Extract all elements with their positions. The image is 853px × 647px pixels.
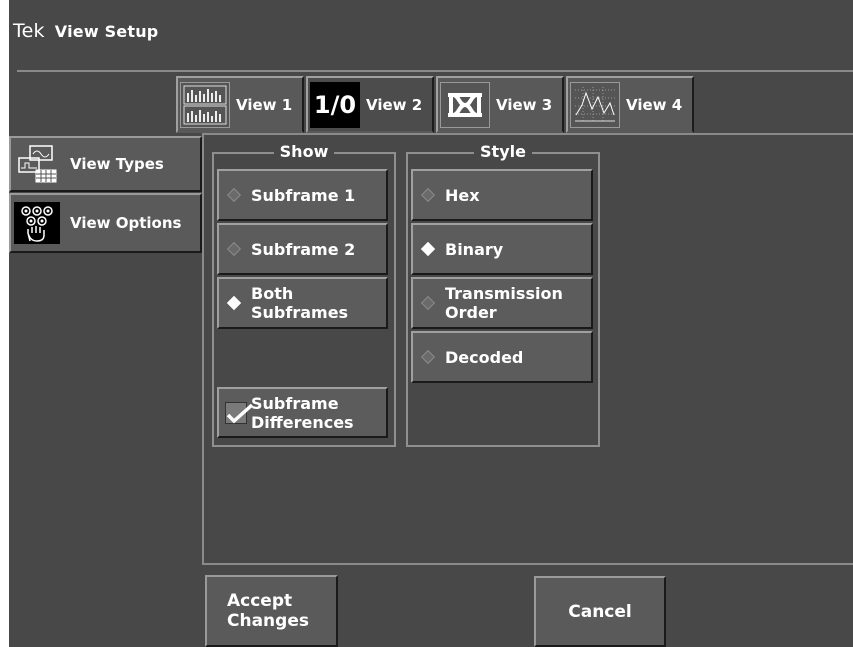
radio-diamond-icon <box>420 349 436 365</box>
tab-baseline <box>202 133 853 135</box>
sidebar-item-label: View Options <box>70 214 182 232</box>
option-label-line1: Both <box>251 284 294 303</box>
cancel-label: Cancel <box>568 601 632 622</box>
subframe-differences-checkbox[interactable]: Subframe Differences <box>217 387 388 438</box>
show-both-subframes-option[interactable]: Both Subframes <box>217 277 388 329</box>
option-label: Decoded <box>445 347 524 367</box>
tab-view-1[interactable]: View 1 <box>176 76 304 133</box>
tab-label: View 2 <box>366 95 423 114</box>
tab-view-3[interactable]: View 3 <box>436 76 564 133</box>
style-hex-option[interactable]: Hex <box>411 169 593 221</box>
content-bottom-border <box>202 563 853 565</box>
radio-diamond-icon <box>420 295 436 311</box>
sidebar-item-view-types[interactable]: View Types <box>9 136 202 192</box>
show-subframe-2-option[interactable]: Subframe 2 <box>217 223 388 275</box>
option-label: Subframe 2 <box>251 239 356 259</box>
radio-diamond-selected-icon <box>420 241 436 257</box>
io-binary-text: 1/0 <box>313 90 357 119</box>
bar-chart-icon <box>180 81 230 128</box>
checkbox-label-line1: Subframe <box>251 393 339 413</box>
tab-label: View 3 <box>496 95 553 114</box>
style-decoded-option[interactable]: Decoded <box>411 331 593 383</box>
style-binary-option[interactable]: Binary <box>411 223 593 275</box>
io-binary-icon: 1/0 <box>310 81 360 128</box>
option-label: Binary <box>445 239 504 259</box>
checkbox-label-line2: Differences <box>251 412 354 432</box>
line-chart-icon <box>570 81 620 128</box>
option-label-line1: Transmission <box>445 284 563 303</box>
cancel-button[interactable]: Cancel <box>534 576 666 647</box>
accept-label-line2: Changes <box>227 611 309 631</box>
tab-view-2[interactable]: 1/0 View 2 <box>306 76 434 133</box>
sidebar-item-label: View Types <box>70 155 164 173</box>
checkmark-icon <box>225 401 254 424</box>
option-label-line2: Order <box>445 303 497 322</box>
option-label: Subframe 1 <box>251 185 356 205</box>
radio-diamond-icon <box>226 241 242 257</box>
accept-label-line1: Accept <box>227 591 293 611</box>
radio-diamond-icon <box>226 187 242 203</box>
radio-diamond-selected-icon <box>226 295 242 311</box>
window-title: Tek View Setup <box>13 20 158 42</box>
title-label: View Setup <box>54 22 159 41</box>
tab-label: View 1 <box>236 95 293 114</box>
tab-label: View 4 <box>626 95 683 114</box>
tab-view-4[interactable]: View 4 <box>566 76 694 133</box>
show-subframe-1-option[interactable]: Subframe 1 <box>217 169 388 221</box>
option-label-line2: Subframes <box>251 303 349 322</box>
title-divider <box>17 70 853 72</box>
option-label: Hex <box>445 185 480 205</box>
hand-dots-icon <box>14 202 60 244</box>
view-setup-window: Tek View Setup View 1 1/0 View 2 View 3 … <box>9 0 853 647</box>
brand-label: Tek <box>13 20 45 42</box>
content-left-border <box>202 135 204 565</box>
style-transmission-order-option[interactable]: Transmission Order <box>411 277 593 329</box>
radio-diamond-icon <box>420 187 436 203</box>
sidebar-item-view-options[interactable]: View Options <box>9 193 202 253</box>
show-group-title: Show <box>273 142 335 161</box>
accept-changes-button[interactable]: Accept Changes <box>205 575 338 647</box>
eye-pattern-icon <box>440 81 490 128</box>
view-types-icon <box>14 143 60 185</box>
style-group-title: Style <box>474 142 532 161</box>
